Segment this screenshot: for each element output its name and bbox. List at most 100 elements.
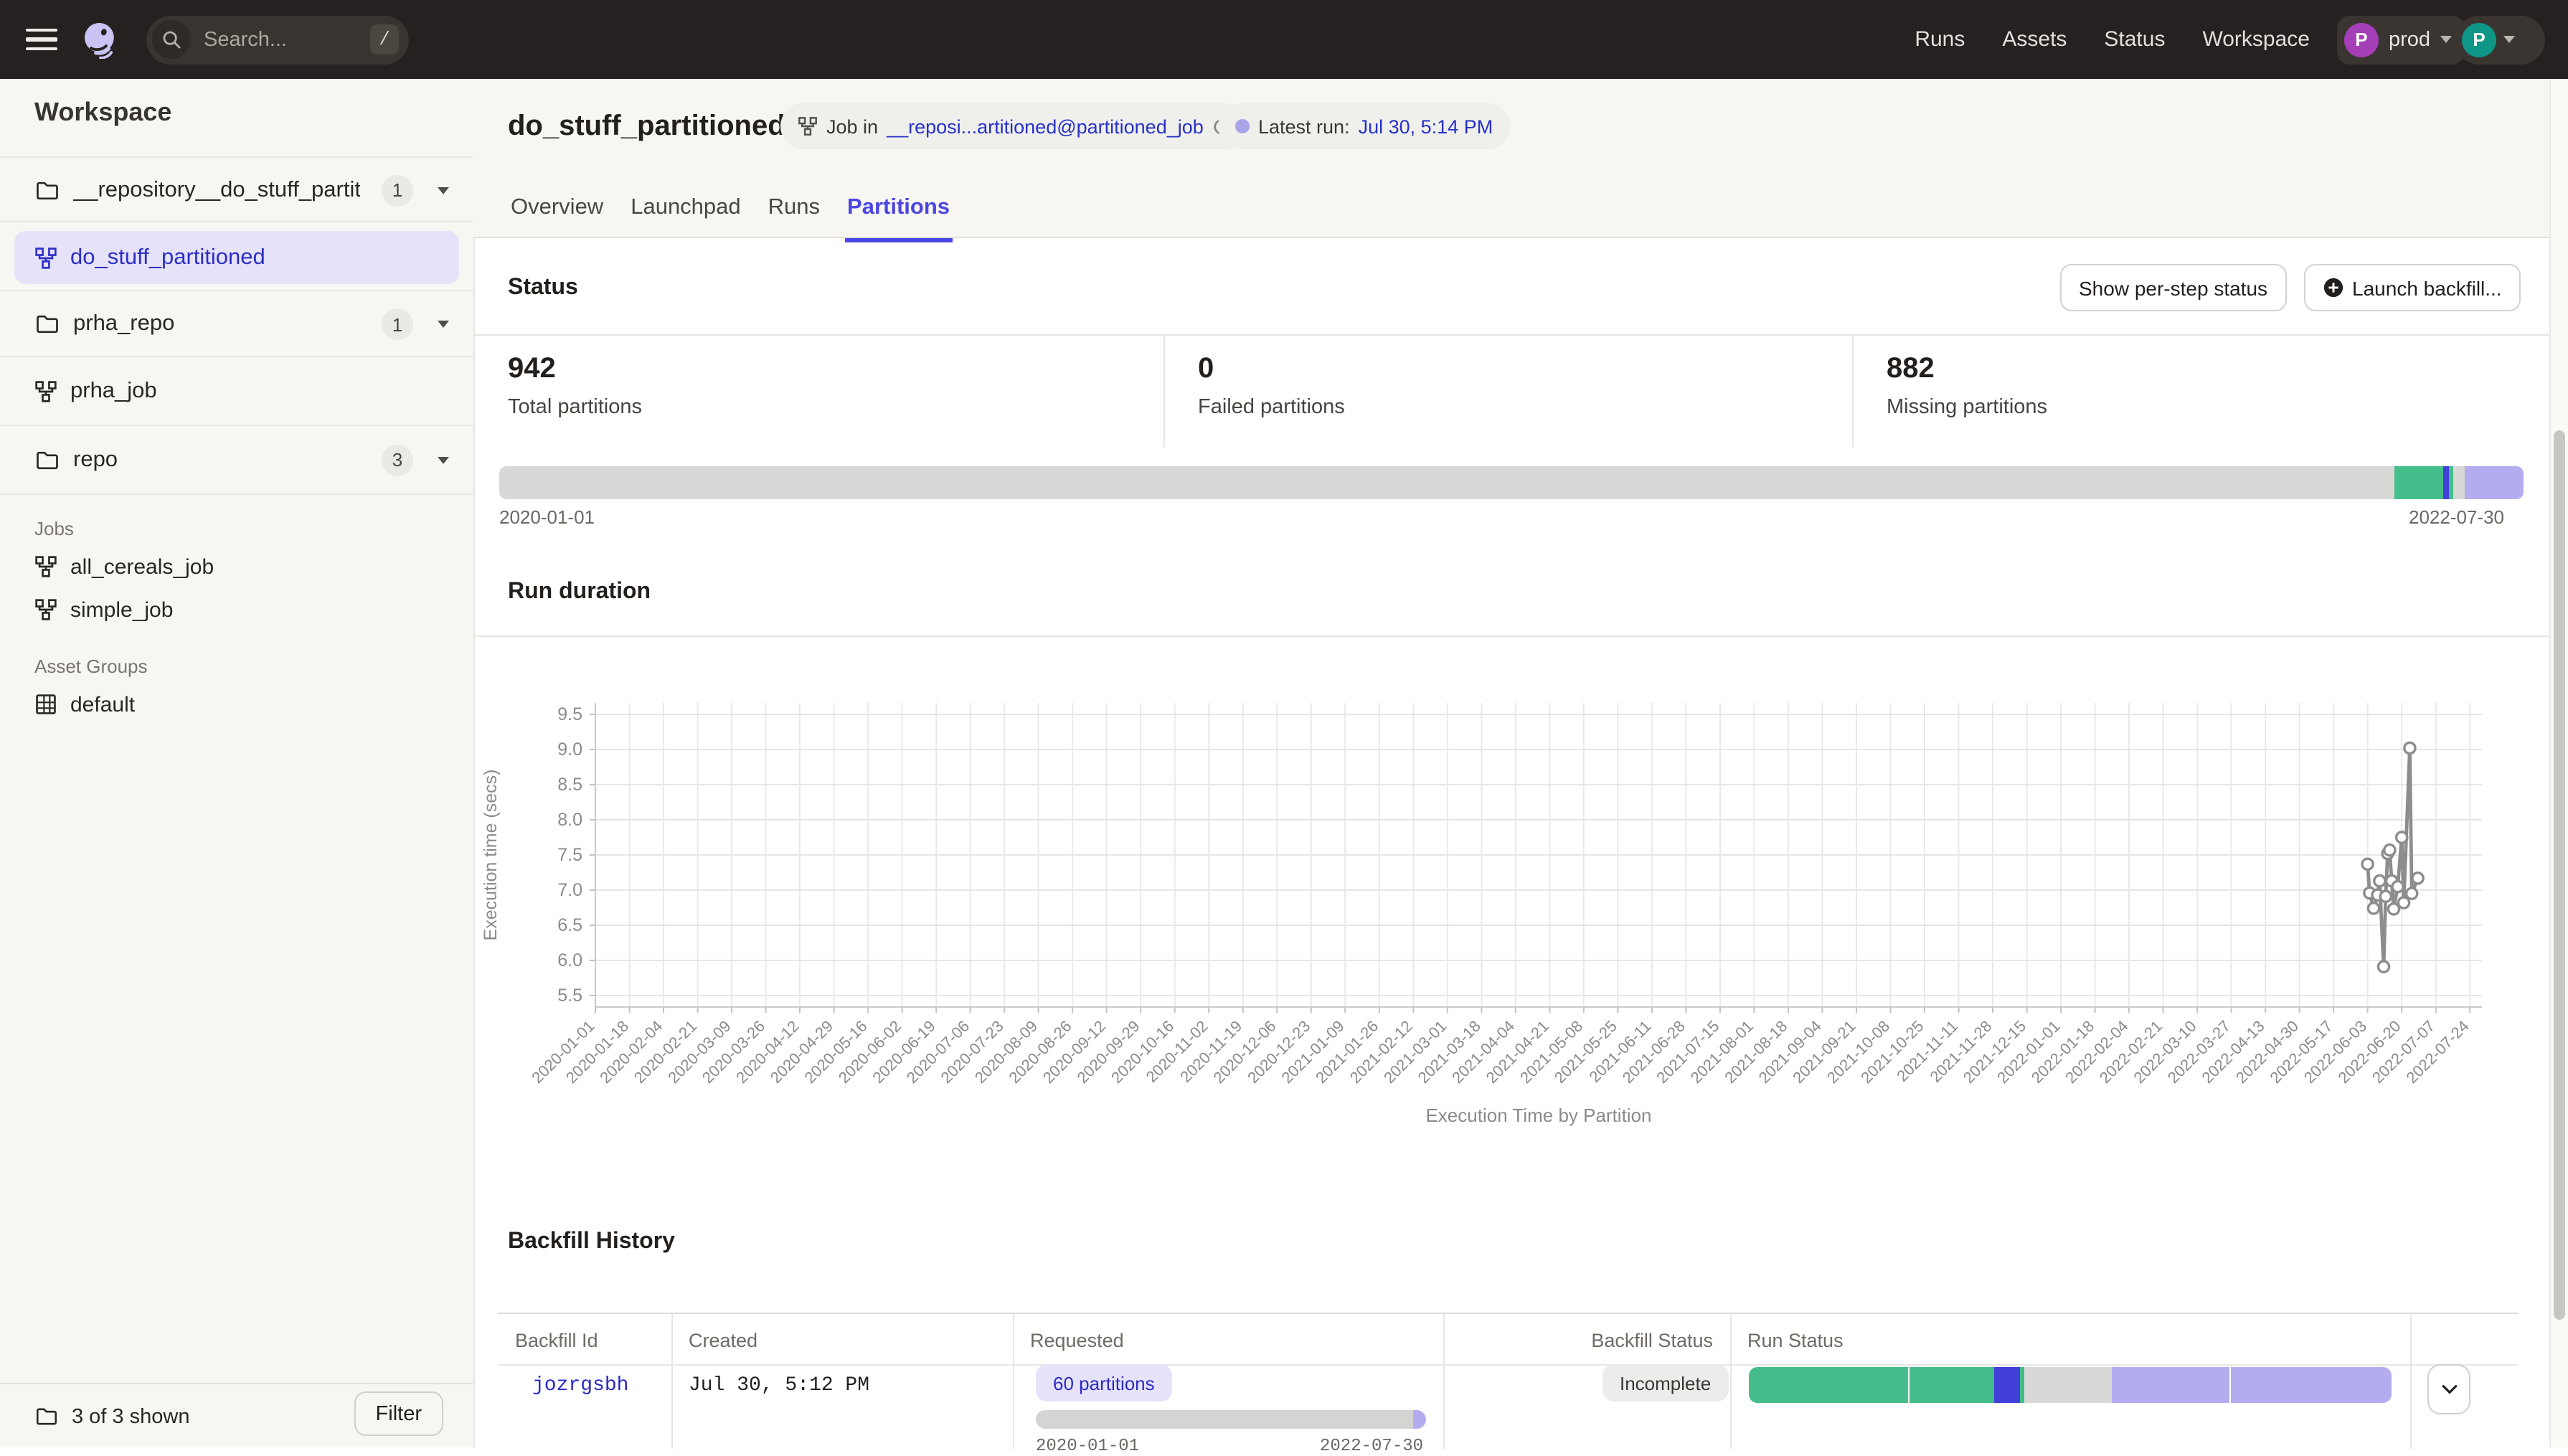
stat-value: 0 xyxy=(1198,353,1345,386)
backfill-id-link[interactable]: jozrgsbh xyxy=(532,1374,628,1397)
status-actions: Show per-step status Launch backfill... xyxy=(2060,264,2521,311)
latest-run-pill: Latest run: Jul 30, 5:14 PM xyxy=(1218,103,1510,149)
run-duration-heading: Run duration xyxy=(508,580,651,605)
folder-icon xyxy=(34,311,60,337)
sidebar-item-label: default xyxy=(70,692,135,717)
scrollbar-track[interactable] xyxy=(2549,79,2568,1447)
svg-text:7.0: 7.0 xyxy=(557,880,582,900)
asset-groups-label: Asset Groups xyxy=(34,656,148,677)
workspace-sidebar: Workspace __repository__do_stuff_partiti… xyxy=(0,79,475,1447)
requested-partitions-badge[interactable]: 60 partitions xyxy=(1036,1364,1172,1401)
divider xyxy=(473,334,2549,336)
sidebar-item-prha-job[interactable]: prha_job xyxy=(0,356,473,426)
tab-runs[interactable]: Runs xyxy=(765,186,823,237)
search-input[interactable]: Search... / xyxy=(146,15,409,64)
svg-text:9.5: 9.5 xyxy=(557,704,582,724)
chevron-down-icon xyxy=(2440,36,2452,43)
stat-label: Missing partitions xyxy=(1887,396,2047,419)
col-requested: Requested xyxy=(1030,1330,1124,1351)
search-placeholder: Search... xyxy=(204,28,287,51)
folder-icon xyxy=(34,1404,59,1429)
svg-text:6.5: 6.5 xyxy=(557,915,582,935)
launch-backfill-button[interactable]: Launch backfill... xyxy=(2303,264,2521,311)
hamburger-menu-icon[interactable] xyxy=(26,28,57,51)
status-section-heading: Status xyxy=(508,275,578,301)
item-count-badge: 1 xyxy=(382,174,413,206)
deployment-switcher[interactable]: P prod xyxy=(2337,15,2465,64)
stat-missing-partitions: 882 Missing partitions xyxy=(1887,353,2047,419)
job-origin-pill: Job in __reposi...artitioned@partitioned… xyxy=(780,103,1248,149)
scrollbar-thumb[interactable] xyxy=(2554,430,2565,1320)
top-bar: Search... / Runs Assets Status Workspace… xyxy=(0,0,2568,79)
row-expand-button[interactable] xyxy=(2427,1364,2470,1414)
job-icon xyxy=(798,116,818,136)
col-run-status: Run Status xyxy=(1747,1330,1844,1351)
top-nav: Runs Assets Status Workspace xyxy=(1915,0,2310,79)
sidebar-item-label: do_stuff_partitioned xyxy=(70,245,265,270)
sidebar-item-default-asset-group[interactable]: default xyxy=(0,684,473,724)
stat-failed-partitions: 0 Failed partitions xyxy=(1198,353,1345,419)
sidebar-item-simple-job[interactable]: simple_job xyxy=(0,590,473,630)
divider xyxy=(1163,334,1165,448)
tab-overview[interactable]: Overview xyxy=(508,186,606,237)
nav-status[interactable]: Status xyxy=(2104,27,2165,52)
dagster-logo-icon[interactable] xyxy=(82,21,119,58)
filter-button[interactable]: Filter xyxy=(354,1391,443,1436)
svg-text:7.5: 7.5 xyxy=(557,845,582,865)
sidebar-item-label: __repository__do_stuff_partitio... xyxy=(73,177,360,203)
sidebar-item-label: simple_job xyxy=(70,597,173,622)
sidebar-item-label: prha_repo xyxy=(73,311,174,337)
stat-label: Total partitions xyxy=(508,396,642,419)
user-avatar: P xyxy=(2462,22,2496,57)
run-duration-chart: 2020-01-012020-01-182020-02-042020-02-21… xyxy=(473,637,2554,1160)
folder-icon xyxy=(34,177,60,203)
sidebar-item-label: prha_job xyxy=(70,379,157,405)
show-per-step-status-button[interactable]: Show per-step status xyxy=(2060,264,2286,311)
nav-assets[interactable]: Assets xyxy=(2002,27,2067,52)
user-menu[interactable]: P xyxy=(2455,15,2545,64)
repos-shown-count: 3 of 3 shown xyxy=(72,1405,189,1428)
asset-group-grid-icon xyxy=(34,693,57,716)
folder-icon xyxy=(34,447,60,473)
job-icon xyxy=(34,598,57,621)
backfill-status-badge: Incomplete xyxy=(1602,1364,1728,1401)
col-backfill-id: Backfill Id xyxy=(515,1330,598,1351)
svg-text:9.0: 9.0 xyxy=(557,739,582,760)
nav-runs[interactable]: Runs xyxy=(1915,27,1965,52)
caret-down-icon[interactable] xyxy=(438,186,449,194)
run-status-bar[interactable] xyxy=(1749,1367,2392,1403)
sidebar-item-repo[interactable]: repo 3 xyxy=(0,425,473,495)
sidebar-item-repository[interactable]: __repository__do_stuff_partitio... 1 xyxy=(0,156,473,222)
sidebar-item-do-stuff-partitioned-selected[interactable]: do_stuff_partitioned xyxy=(14,231,459,284)
col-backfill-status: Backfill Status xyxy=(1443,1330,1713,1351)
stat-value: 942 xyxy=(508,353,642,386)
latest-run-link[interactable]: Jul 30, 5:14 PM xyxy=(1359,115,1493,137)
sidebar-item-prha-repo[interactable]: prha_repo 1 xyxy=(0,290,473,357)
nav-workspace[interactable]: Workspace xyxy=(2202,27,2310,52)
caret-down-icon[interactable] xyxy=(438,321,449,328)
job-icon xyxy=(34,380,57,403)
tab-partitions[interactable]: Partitions xyxy=(844,186,953,237)
partition-status-bar[interactable] xyxy=(499,466,2524,499)
backfill-history-heading: Backfill History xyxy=(508,1229,675,1255)
divider xyxy=(1852,334,1854,448)
deployment-avatar: P xyxy=(2344,22,2379,57)
chevron-down-icon xyxy=(2503,36,2515,43)
timeline-start-date: 2020-01-01 xyxy=(499,506,595,528)
requested-progress-bar xyxy=(1036,1410,1426,1429)
search-shortcut-key: / xyxy=(370,24,399,54)
svg-text:6.0: 6.0 xyxy=(557,950,582,970)
sidebar-item-all-cereals-job[interactable]: all_cereals_job xyxy=(0,547,473,587)
job-header: do_stuff_partitioned Job in __reposi...a… xyxy=(473,79,2549,238)
deployment-name: prod xyxy=(2389,28,2430,51)
sidebar-item-label: repo xyxy=(73,447,118,473)
divider xyxy=(671,1314,673,1449)
caret-down-icon[interactable] xyxy=(438,456,449,463)
page-title: do_stuff_partitioned xyxy=(508,110,785,143)
divider xyxy=(1013,1314,1014,1449)
tab-launchpad[interactable]: Launchpad xyxy=(628,186,743,237)
svg-text:Execution Time by Partition: Execution Time by Partition xyxy=(1425,1105,1651,1126)
job-icon xyxy=(34,555,57,578)
divider xyxy=(498,1364,2518,1366)
job-origin-link[interactable]: __reposi...artitioned@partitioned_job xyxy=(887,115,1204,137)
